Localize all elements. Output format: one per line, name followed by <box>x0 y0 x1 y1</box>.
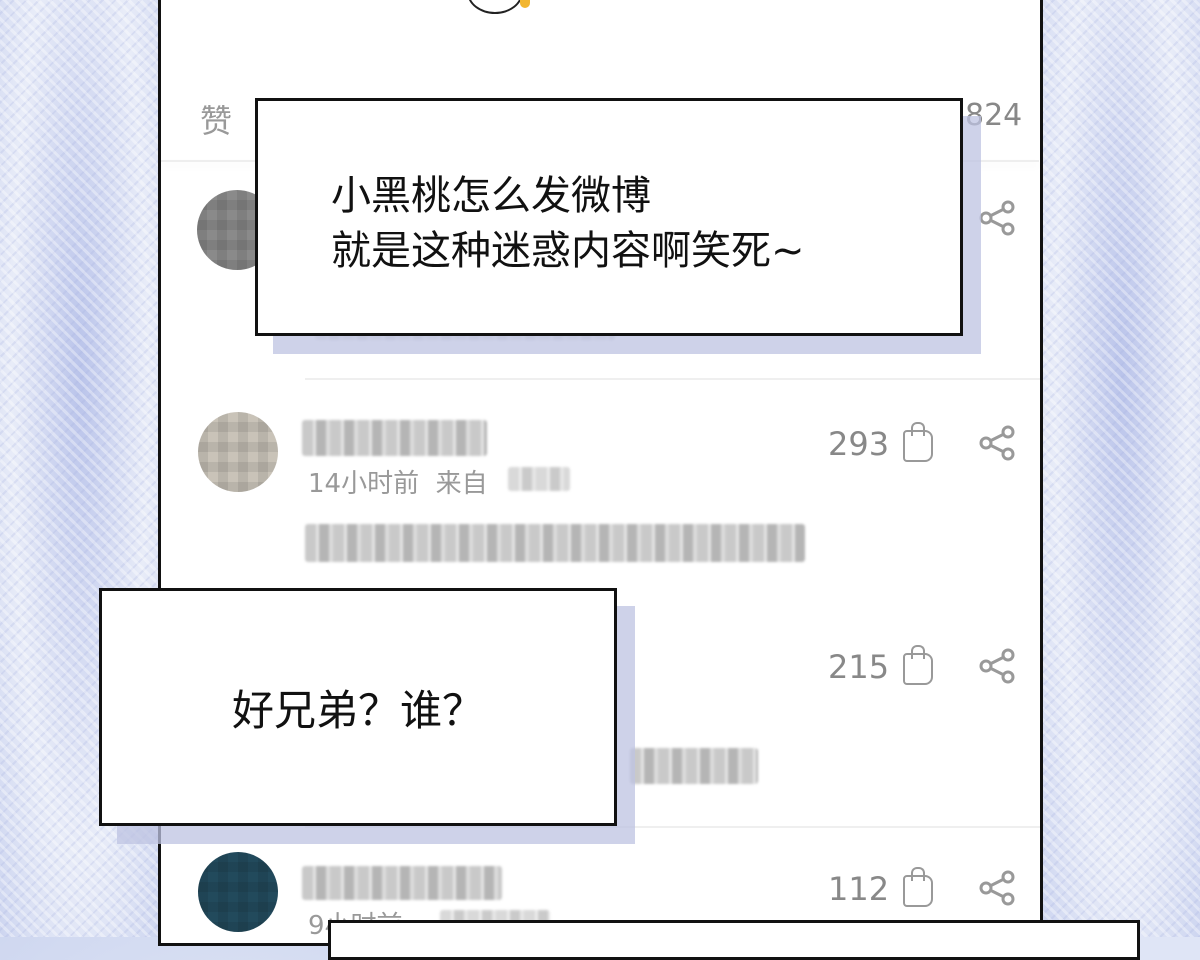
comment-source: 来自 <box>435 469 488 499</box>
caption-text: 好兄弟？谁？ <box>231 685 484 735</box>
blurred-username[interactable] <box>302 420 487 456</box>
share-icon[interactable] <box>978 200 1018 236</box>
likes-tab-label[interactable]: 赞 <box>200 96 232 142</box>
like-count: 215 <box>828 648 890 686</box>
caption-bubble-middle: 好兄弟？谁？ <box>99 588 617 826</box>
comment-meta: 14小时前 来自 <box>308 463 488 500</box>
commenter-avatar[interactable] <box>198 852 278 932</box>
caption-line-1: 小黑桃怎么发微博 <box>331 173 651 219</box>
blurred-source <box>508 467 570 491</box>
thumbs-up-icon[interactable] <box>903 645 933 685</box>
blurred-comment-text <box>305 524 805 562</box>
share-icon[interactable] <box>978 425 1018 461</box>
comment-divider <box>305 826 1040 828</box>
caption-bubble-bottom <box>328 920 1140 960</box>
thumbs-up-icon[interactable] <box>903 867 933 907</box>
blurred-comment-text <box>630 748 758 784</box>
background-right <box>1043 0 1200 937</box>
comment-time: 14小时前 <box>308 469 420 499</box>
like-count: 112 <box>828 870 890 908</box>
like-count: 293 <box>828 425 890 463</box>
thumbs-up-icon[interactable] <box>903 422 933 462</box>
caption-bubble-top: 小黑桃怎么发微博 就是这种迷惑内容啊笑死~ <box>255 98 963 336</box>
share-icon[interactable] <box>978 870 1018 906</box>
commenter-avatar[interactable] <box>198 412 278 492</box>
caption-line-2: 就是这种迷惑内容啊笑死~ <box>331 228 805 274</box>
share-icon[interactable] <box>978 648 1018 684</box>
comment-divider <box>305 378 1040 380</box>
blurred-username[interactable] <box>302 866 502 900</box>
likes-tab-count: 824 <box>965 98 1023 133</box>
